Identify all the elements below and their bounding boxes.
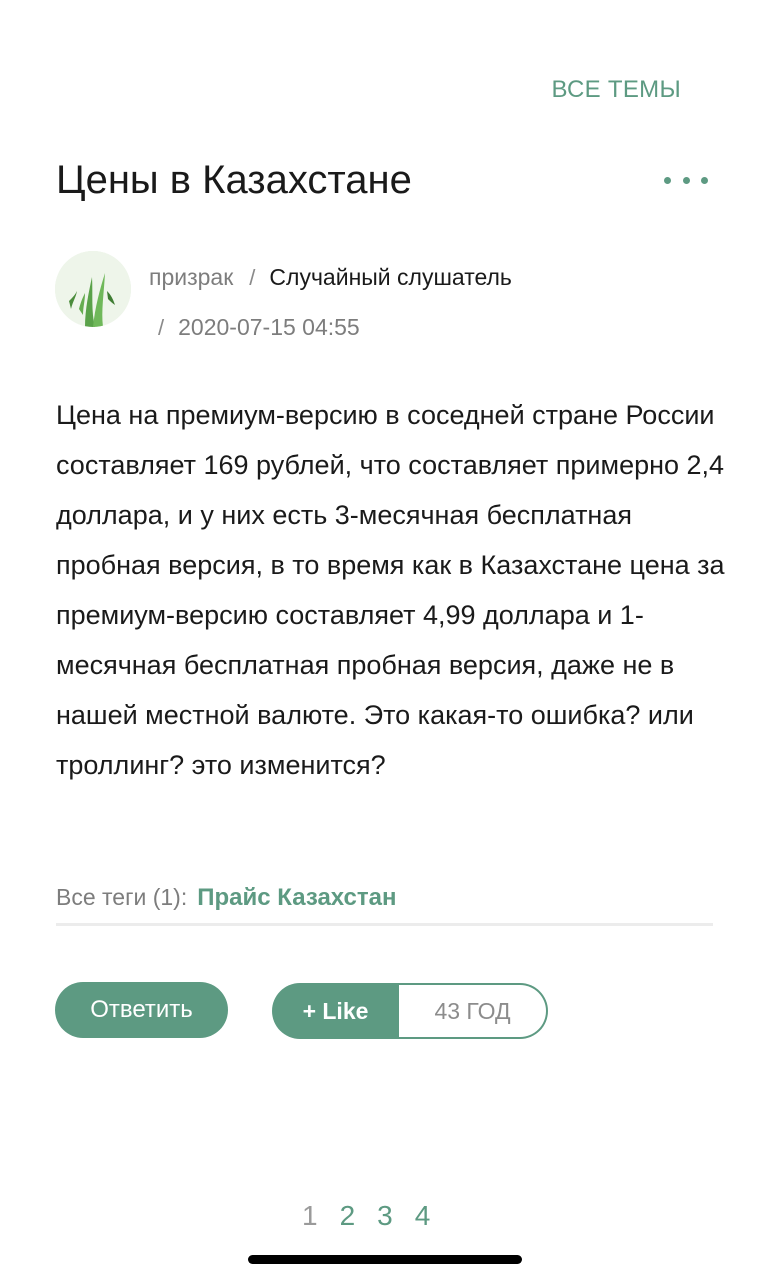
home-indicator[interactable] [248,1255,522,1264]
post-meta-date: / 2020-07-15 04:55 [158,314,360,341]
page-link-2[interactable]: 2 [340,1200,356,1232]
more-dot-icon [682,176,690,184]
more-options-button[interactable] [664,166,708,194]
meta-separator: / [249,265,256,290]
pagination: 1 2 3 4 [302,1200,452,1232]
tags-row: Все теги (1): Прайс Казахстан [56,884,396,912]
tags-label: Все теги (1): [56,884,188,910]
page-link-1[interactable]: 1 [302,1200,318,1232]
like-button[interactable]: + Like [272,983,399,1039]
reply-button[interactable]: Ответить [55,982,228,1038]
post-body: Цена на премиум-версию в соседней стране… [56,400,725,780]
tag-link[interactable]: Прайс Казахстан [197,884,396,912]
meta-separator: / [158,315,165,340]
all-topics-link[interactable]: ВСЕ ТЕМЫ [551,76,681,104]
avatar-grass-icon [55,251,131,327]
divider [56,923,713,926]
page-link-4[interactable]: 4 [415,1200,431,1232]
like-group: + Like 43 ГОД [272,983,548,1039]
author-name[interactable]: призрак [149,264,233,291]
like-count: 43 ГОД [399,983,548,1039]
avatar[interactable] [55,251,131,327]
more-dot-icon [701,176,708,184]
more-dot-icon [664,176,671,184]
page-link-3[interactable]: 3 [377,1200,393,1232]
page: ВСЕ ТЕМЫ Цены в Казахстане призрак / Слу… [0,0,769,1280]
author-rank: Случайный слушатель [269,264,512,290]
post-date: 2020-07-15 04:55 [178,314,360,340]
post-meta: призрак / Случайный слушатель [149,264,512,291]
post-title: Цены в Казахстане [56,158,412,202]
